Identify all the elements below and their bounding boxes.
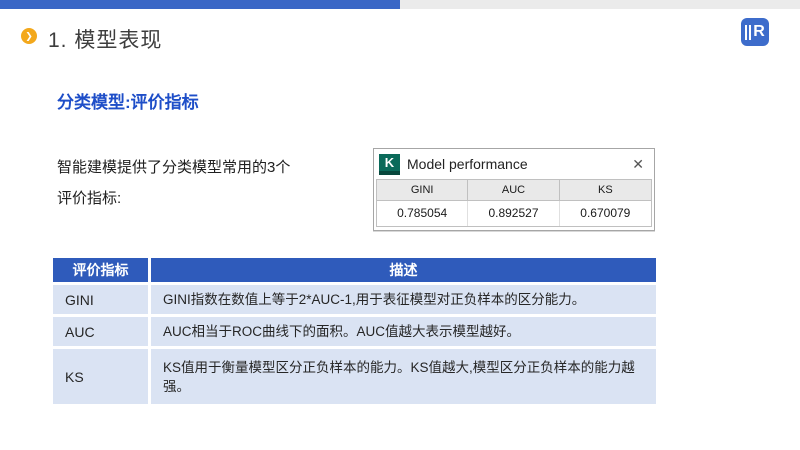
intro-line-2: 评价指标: <box>57 190 122 207</box>
table-row-auc-desc: AUC相当于ROC曲线下的面积。AUC值越大表示模型越好。 <box>151 317 656 346</box>
app-k-icon: K <box>379 153 400 175</box>
brand-logo-icon: R <box>741 18 769 46</box>
model-performance-dialog: K Model performance ✕ GINI AUC KS 0.7850… <box>373 148 655 231</box>
intro-line-1: 智能建模提供了分类模型常用的3个 <box>57 159 291 176</box>
dialog-value-gini: 0.785054 <box>377 201 469 226</box>
table-row-ks-name: KS <box>53 349 148 404</box>
slide: ❯ 1. 模型表现 R 分类模型:评价指标 智能建模提供了分类模型常用的3个 评… <box>0 0 800 450</box>
metrics-description-table: 评价指标 描述 GINI GINI指数在数值上等于2*AUC-1,用于表征模型对… <box>53 258 656 404</box>
close-icon[interactable]: ✕ <box>630 156 646 173</box>
table-row-gini-desc: GINI指数在数值上等于2*AUC-1,用于表征模型对正负样本的区分能力。 <box>151 285 656 314</box>
app-k-icon-strip <box>379 170 400 175</box>
dialog-titlebar: K Model performance ✕ <box>374 149 654 179</box>
dialog-col-auc: AUC <box>468 180 560 201</box>
logo-bars-icon <box>745 24 752 40</box>
app-k-icon-letter: K <box>384 154 395 170</box>
dialog-table-value-row: 0.785054 0.892527 0.670079 <box>377 201 651 226</box>
dialog-metrics-table: GINI AUC KS 0.785054 0.892527 0.670079 <box>376 179 652 227</box>
dialog-table-header-row: GINI AUC KS <box>377 180 651 201</box>
dialog-value-auc: 0.892527 <box>468 201 560 226</box>
table-header-metric: 评价指标 <box>53 258 148 282</box>
page-title: 1. 模型表现 <box>48 29 163 52</box>
table-row-auc-name: AUC <box>53 317 148 346</box>
top-accent-bar-gray <box>400 0 800 9</box>
top-accent-bar-blue <box>0 0 400 9</box>
table-row-ks-desc: KS值用于衡量模型区分正负样本的能力。KS值越大,模型区分正负样本的能力越强。 <box>151 349 656 404</box>
section-subtitle: 分类模型:评价指标 <box>57 93 199 112</box>
intro-paragraph: 智能建模提供了分类模型常用的3个 评价指标: <box>57 152 290 214</box>
dialog-col-gini: GINI <box>377 180 469 201</box>
dialog-col-ks: KS <box>559 180 651 201</box>
dialog-value-ks: 0.670079 <box>559 201 651 226</box>
table-header-description: 描述 <box>151 258 656 282</box>
chevron-bullet-icon: ❯ <box>21 28 37 44</box>
logo-letter: R <box>753 23 765 40</box>
dialog-title: Model performance <box>407 156 528 172</box>
table-row-gini-name: GINI <box>53 285 148 314</box>
